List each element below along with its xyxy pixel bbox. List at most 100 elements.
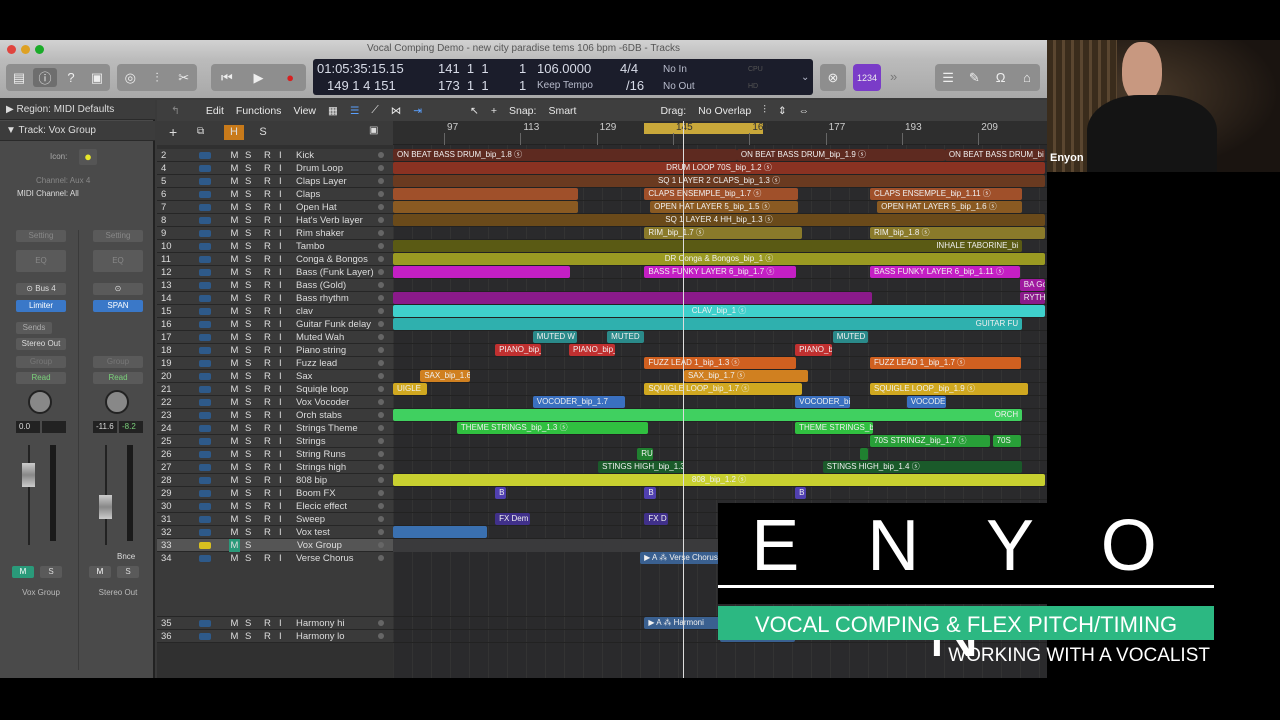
cycle-region[interactable]: [644, 123, 763, 134]
close-window-button[interactable]: [7, 45, 16, 54]
record-icon[interactable]: ●: [278, 70, 302, 85]
track-header[interactable]: 9 M S R I Rim shaker: [157, 227, 393, 240]
region[interactable]: B: [795, 487, 807, 499]
go-to-beginning-icon[interactable]: ⏮: [215, 70, 239, 86]
solo-button[interactable]: S: [245, 630, 251, 643]
region[interactable]: RIM_bip_1.8 ⓢ: [870, 227, 1046, 239]
input-monitor-button[interactable]: I: [279, 409, 282, 422]
track-name[interactable]: Strings high: [296, 461, 346, 474]
track-name[interactable]: Guitar Funk delay: [296, 318, 371, 331]
region[interactable]: [393, 292, 872, 304]
record-enable-button[interactable]: R: [264, 630, 271, 643]
solo-button[interactable]: S: [245, 266, 251, 279]
input-monitor-button[interactable]: I: [279, 370, 282, 383]
record-enable-button[interactable]: R: [264, 461, 271, 474]
region[interactable]: SQ 1 LAYER 4 HH_bip_1.3 ⓢ: [393, 214, 1046, 226]
track-name[interactable]: Sax: [296, 370, 312, 383]
mute-button[interactable]: M: [229, 422, 240, 435]
track-name[interactable]: Elecic effect: [296, 500, 347, 513]
track-header[interactable]: 36 M S R I Harmony lo: [157, 630, 393, 643]
region[interactable]: STINGS HIGH_bip_1.4 ⓢ: [822, 461, 1023, 473]
track-name[interactable]: clav: [296, 305, 313, 318]
track-header[interactable]: 17 M S R I Muted Wah: [157, 331, 393, 344]
input-monitor-button[interactable]: I: [279, 214, 282, 227]
mute-button[interactable]: M: [229, 201, 240, 214]
play-icon[interactable]: ▶: [246, 70, 270, 86]
input-monitor-button[interactable]: I: [279, 162, 282, 175]
solo-button[interactable]: S: [245, 344, 251, 357]
track-header[interactable]: 23 M S R I Orch stabs: [157, 409, 393, 422]
record-enable-button[interactable]: R: [264, 396, 271, 409]
region[interactable]: INHALE TABORINE_bi: [393, 240, 1023, 252]
track-name[interactable]: String Runs: [296, 448, 346, 461]
region[interactable]: OPEN HAT LAYER 5_bip_1.5 ⓢ: [650, 201, 798, 213]
region[interactable]: SQUIGLE LOOP_bip_1.9 ⓢ: [870, 383, 1028, 395]
track-header[interactable]: 33 M S Vox Group: [157, 539, 393, 552]
track-name[interactable]: Bass rhythm: [296, 292, 349, 305]
lcd-dropdown-icon[interactable]: ⌄: [801, 69, 809, 86]
mute-button[interactable]: M: [229, 227, 240, 240]
input-monitor-button[interactable]: I: [279, 227, 282, 240]
track-header[interactable]: 26 M S R I String Runs: [157, 448, 393, 461]
track-name[interactable]: Bass (Gold): [296, 279, 346, 292]
track-header[interactable]: 13 M S R I Bass (Gold): [157, 279, 393, 292]
grid-view-icon[interactable]: ▦: [328, 105, 338, 117]
record-enable-button[interactable]: R: [264, 500, 271, 513]
mute-button[interactable]: M: [229, 500, 240, 513]
region[interactable]: DRUM LOOP 70S_bip_1.2 ⓢ: [393, 162, 1046, 174]
mute-button[interactable]: M: [229, 305, 240, 318]
plugin-slot[interactable]: Limiter: [16, 300, 66, 312]
global-tracks-icon[interactable]: ▣: [369, 125, 378, 136]
solo-button[interactable]: S: [245, 396, 251, 409]
inspector-icon[interactable]: ⓘ: [33, 68, 57, 87]
region[interactable]: MUTED W: [532, 331, 578, 343]
solo-button[interactable]: S: [245, 409, 251, 422]
mute-button[interactable]: M: [12, 566, 34, 578]
input-monitor-button[interactable]: I: [279, 266, 282, 279]
input-monitor-button[interactable]: I: [279, 526, 282, 539]
mute-button[interactable]: M: [229, 279, 240, 292]
input-monitor-button[interactable]: I: [279, 331, 282, 344]
track-header[interactable]: 5 M S R I Claps Layer: [157, 175, 393, 188]
record-enable-button[interactable]: R: [264, 305, 271, 318]
toolbar-icon[interactable]: ▣: [85, 70, 109, 86]
region[interactable]: THEME STRINGS_bi: [795, 422, 873, 434]
input-monitor-button[interactable]: I: [279, 253, 282, 266]
playhead[interactable]: [682, 121, 684, 678]
region[interactable]: 70S STRINGZ_bip_1.7 ⓢ: [870, 435, 991, 447]
minimize-window-button[interactable]: [21, 45, 30, 54]
track-name[interactable]: 808 bip: [296, 474, 327, 487]
solo-button[interactable]: S: [245, 279, 251, 292]
record-enable-button[interactable]: R: [264, 370, 271, 383]
more-icon[interactable]: »: [890, 69, 897, 84]
region[interactable]: BASS FUNKY LAYER 6_bip_1.11 ⓢ: [870, 266, 1020, 278]
volume-fader[interactable]: [22, 463, 35, 487]
solo-button[interactable]: S: [245, 422, 251, 435]
mute-button[interactable]: M: [229, 383, 240, 396]
eq-display[interactable]: EQ: [16, 250, 66, 272]
mute-button[interactable]: M: [229, 539, 240, 552]
tempo-mode[interactable]: Keep Tempo: [537, 77, 593, 94]
list-view-icon[interactable]: ☰: [350, 105, 359, 117]
input-monitor-button[interactable]: I: [279, 279, 282, 292]
snap-select[interactable]: Smart: [548, 105, 648, 117]
mute-button[interactable]: M: [229, 513, 240, 526]
track-name[interactable]: Tambo: [296, 240, 325, 253]
region[interactable]: OPEN HAT LAYER 5_bip_1.6 ⓢ: [877, 201, 1023, 213]
track-name[interactable]: Claps: [296, 188, 320, 201]
track-name[interactable]: Strings: [296, 435, 326, 448]
solo-button[interactable]: S: [245, 149, 251, 162]
record-enable-button[interactable]: R: [264, 162, 271, 175]
region[interactable]: SQUIGLE LOOP_bip_1.7 ⓢ: [644, 383, 802, 395]
region[interactable]: B: [495, 487, 507, 499]
track-header[interactable]: 21 M S R I Squiqle loop: [157, 383, 393, 396]
mute-button[interactable]: M: [229, 240, 240, 253]
track-header[interactable]: 35 M S R I Harmony hi: [157, 617, 393, 630]
solo-button[interactable]: S: [117, 566, 139, 578]
track-header[interactable]: 2 M S R I Kick: [157, 149, 393, 162]
track-name[interactable]: Hat's Verb layer: [296, 214, 363, 227]
record-enable-button[interactable]: R: [264, 175, 271, 188]
region[interactable]: DR Conga & Bongos_bip_1 ⓢ: [393, 253, 1046, 265]
solo-button[interactable]: S: [245, 487, 251, 500]
mute-button[interactable]: M: [229, 370, 240, 383]
